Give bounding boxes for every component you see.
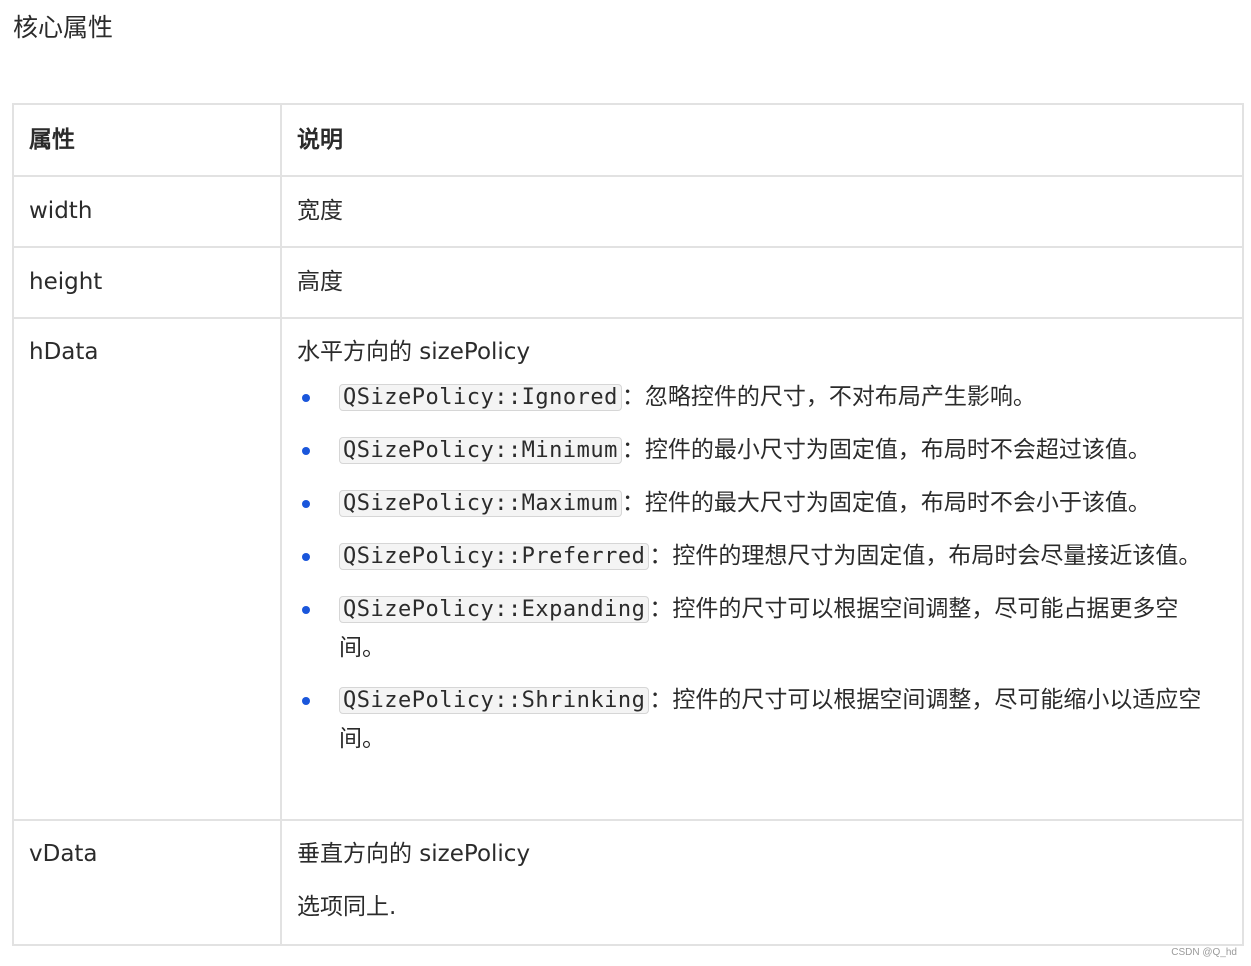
policy-text: ：控件的最大尺寸为固定值，布局时不会小于该值。 bbox=[621, 490, 1151, 516]
list-item: QSizePolicy::Maximum ：控件的最大尺寸为固定值，布局时不会小于… bbox=[297, 484, 1228, 523]
property-cell: width bbox=[12, 175, 282, 248]
section-heading: 核心属性 bbox=[13, 13, 114, 42]
policy-text: ：忽略控件的尺寸，不对布局产生影响。 bbox=[621, 384, 1036, 410]
property-description: 宽度 bbox=[297, 198, 343, 224]
watermark-text: CSDN @Q_hd bbox=[1171, 947, 1237, 958]
table-row: hData 水平方向的 sizePolicy QSizePolicy::Igno… bbox=[12, 317, 1244, 821]
list-item: QSizePolicy::Ignored ：忽略控件的尺寸，不对布局产生影响。 bbox=[297, 378, 1228, 417]
property-name: vData bbox=[29, 841, 98, 867]
properties-table: 属性 说明 width 宽度 height 高度 hData 水平方向的 siz… bbox=[12, 103, 1244, 946]
property-note: 选项同上. bbox=[297, 894, 397, 920]
policy-code: QSizePolicy::Preferred bbox=[339, 543, 650, 570]
list-item: QSizePolicy::Shrinking ：控件的尺寸可以根据空间调整，尽可能… bbox=[297, 681, 1228, 758]
header-property-label: 属性 bbox=[29, 127, 75, 153]
table-row: width 宽度 bbox=[12, 175, 1244, 248]
policy-code: QSizePolicy::Shrinking bbox=[339, 687, 650, 714]
property-cell: vData bbox=[12, 819, 282, 946]
description-cell: 水平方向的 sizePolicy QSizePolicy::Ignored ：忽略… bbox=[280, 317, 1244, 821]
list-item: QSizePolicy::Expanding ：控件的尺寸可以根据空间调整，尽可能… bbox=[297, 590, 1228, 667]
table-row: vData 垂直方向的 sizePolicy 选项同上. bbox=[12, 819, 1244, 946]
description-cell: 高度 bbox=[280, 246, 1244, 319]
policy-code: QSizePolicy::Expanding bbox=[339, 596, 650, 623]
property-description: 高度 bbox=[297, 269, 343, 295]
bullet-icon bbox=[302, 447, 310, 455]
policy-text: ：控件的最小尺寸为固定值，布局时不会超过该值。 bbox=[621, 437, 1151, 463]
bullet-icon bbox=[302, 500, 310, 508]
list-item: QSizePolicy::Minimum ：控件的最小尺寸为固定值，布局时不会超过… bbox=[297, 431, 1228, 470]
table-row: height 高度 bbox=[12, 246, 1244, 319]
bullet-icon bbox=[302, 606, 310, 614]
policy-code: QSizePolicy::Ignored bbox=[339, 384, 622, 411]
description-cell: 宽度 bbox=[280, 175, 1244, 248]
property-name: hData bbox=[29, 339, 99, 365]
property-description: 水平方向的 sizePolicy bbox=[297, 339, 531, 365]
policy-code: QSizePolicy::Minimum bbox=[339, 437, 622, 464]
property-description: 垂直方向的 sizePolicy bbox=[297, 841, 531, 867]
property-cell: height bbox=[12, 246, 282, 319]
size-policy-option-list: QSizePolicy::Ignored ：忽略控件的尺寸，不对布局产生影响。 Q… bbox=[297, 378, 1228, 758]
property-name: width bbox=[29, 198, 93, 224]
header-cell-property: 属性 bbox=[12, 103, 282, 177]
list-item: QSizePolicy::Preferred ：控件的理想尺寸为固定值，布局时会尽… bbox=[297, 537, 1228, 576]
header-description-label: 说明 bbox=[297, 127, 343, 153]
header-cell-description: 说明 bbox=[280, 103, 1244, 177]
policy-code: QSizePolicy::Maximum bbox=[339, 490, 622, 517]
bullet-icon bbox=[302, 553, 310, 561]
property-cell: hData bbox=[12, 317, 282, 821]
bullet-icon bbox=[302, 394, 310, 402]
table-header-row: 属性 说明 bbox=[12, 103, 1244, 177]
policy-text: ：控件的理想尺寸为固定值，布局时会尽量接近该值。 bbox=[649, 543, 1202, 569]
bullet-icon bbox=[302, 697, 310, 705]
description-cell: 垂直方向的 sizePolicy 选项同上. bbox=[280, 819, 1244, 946]
property-name: height bbox=[29, 269, 103, 295]
